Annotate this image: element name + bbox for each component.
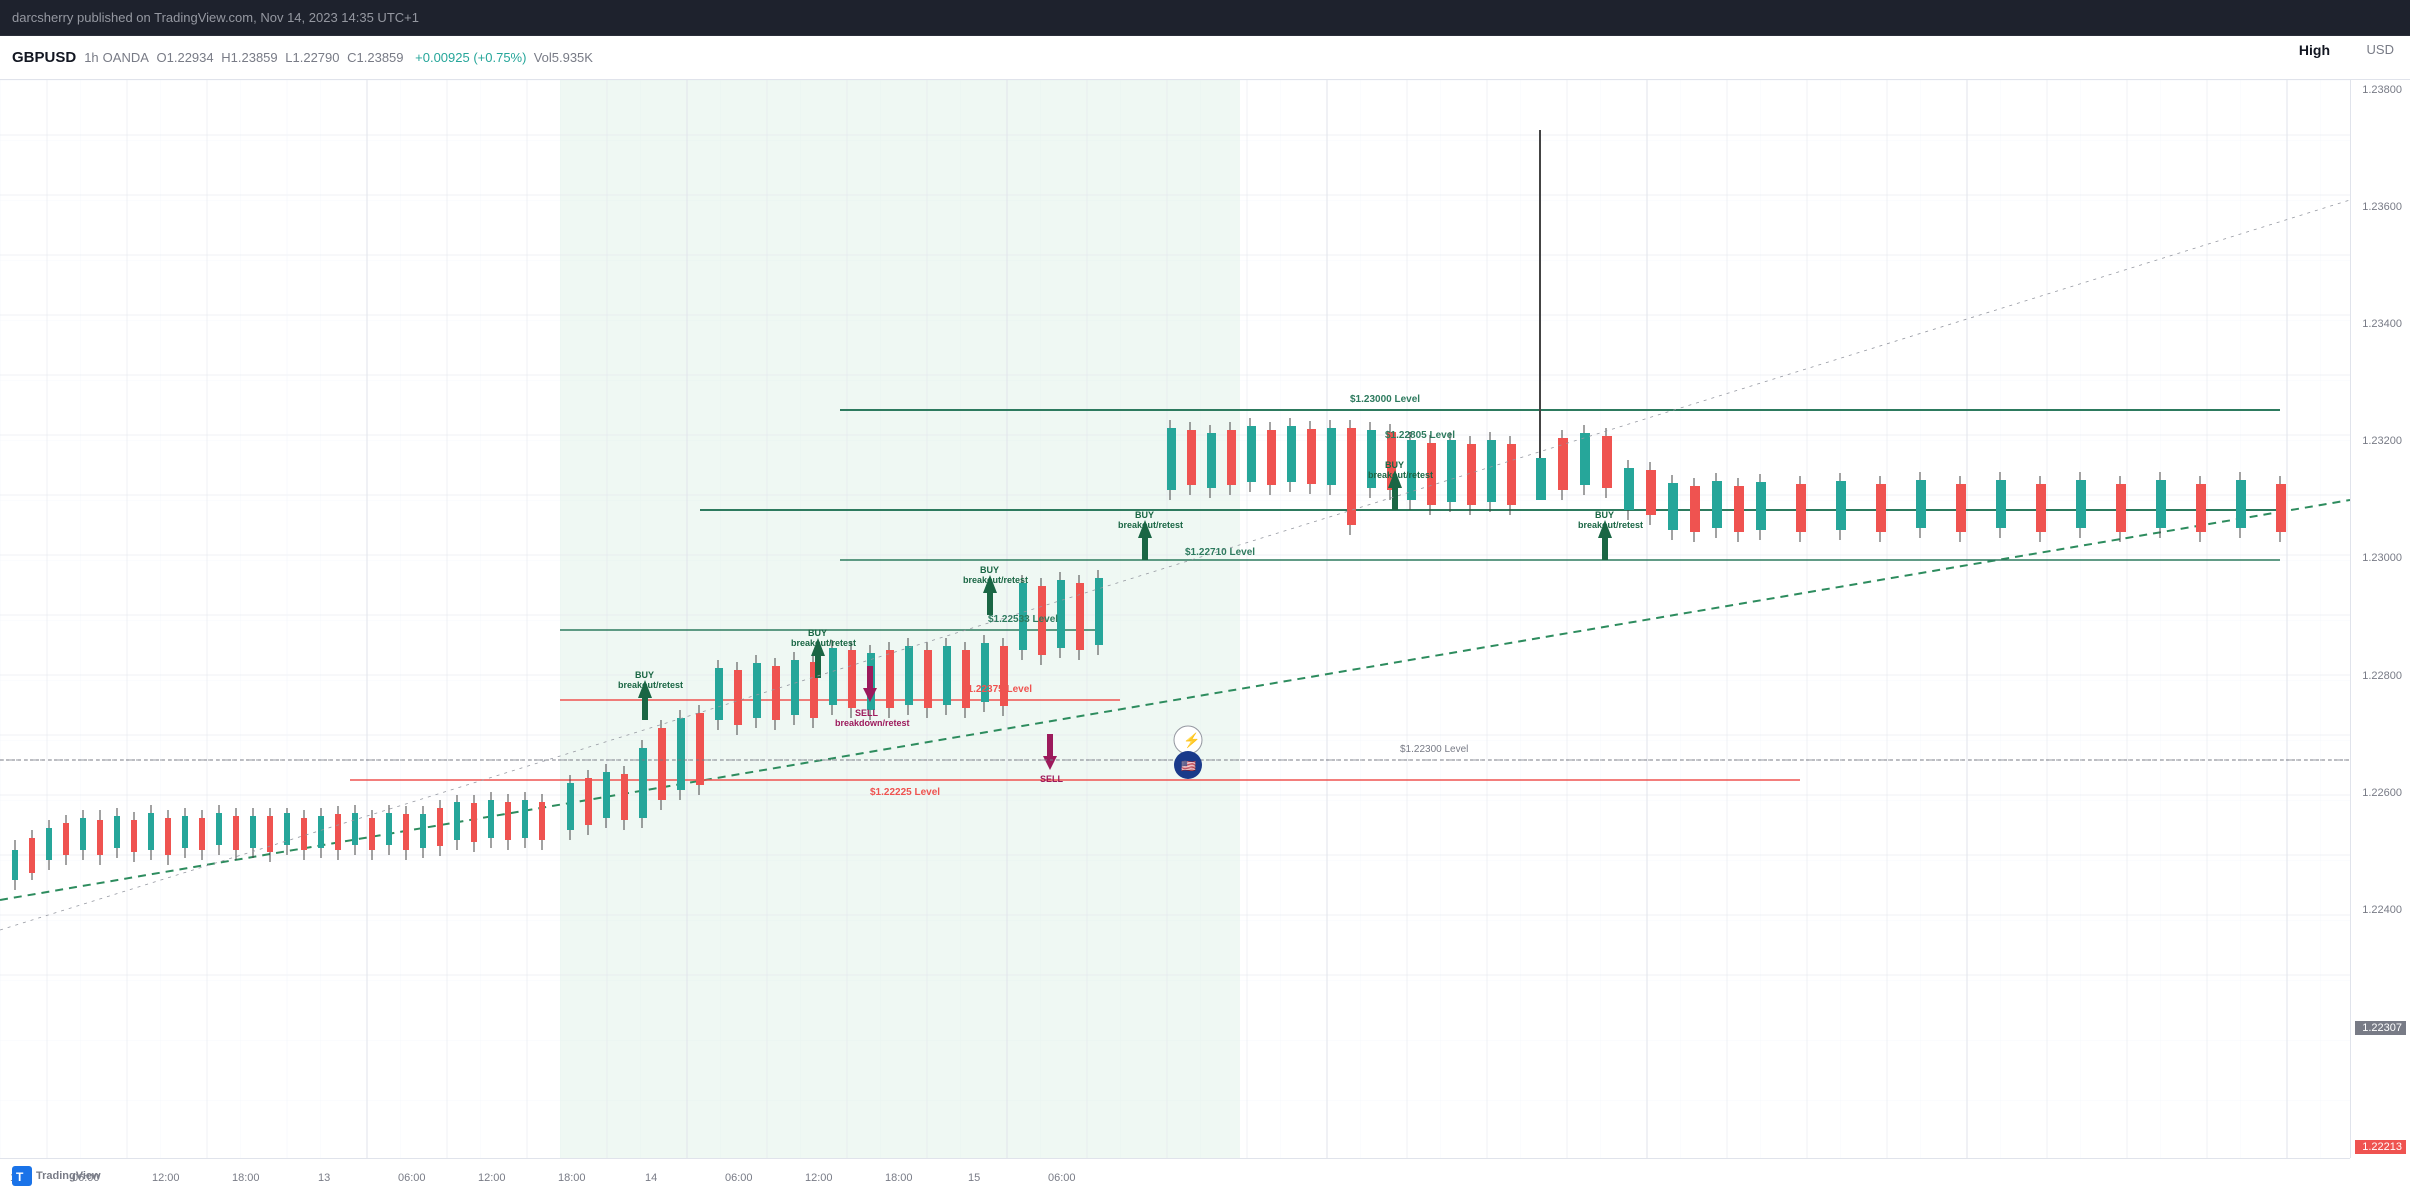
price-axis: 1.23800 1.23600 1.23400 1.23200 1.23000 … <box>2350 80 2410 1158</box>
price-level-1234: 1.23400 <box>2355 318 2406 330</box>
svg-text:15: 15 <box>968 1172 980 1184</box>
svg-text:SELL: SELL <box>855 708 879 718</box>
svg-text:⚡: ⚡ <box>1183 732 1200 749</box>
svg-text:breakout/retest: breakout/retest <box>1578 520 1643 530</box>
price-level-1230: 1.23000 <box>2355 552 2406 564</box>
svg-text:BUY: BUY <box>1135 510 1154 520</box>
svg-text:T: T <box>16 1170 24 1184</box>
change-label: +0.00925 (+0.75%) <box>415 50 526 65</box>
svg-text:BUY: BUY <box>635 670 654 680</box>
svg-text:$1.23000 Level: $1.23000 Level <box>1350 394 1420 405</box>
tradingview-text: TradingView <box>36 1170 101 1182</box>
svg-text:breakdown/retest: breakdown/retest <box>835 718 910 728</box>
tradingview-logo: T TradingView <box>12 1166 101 1186</box>
svg-text:BUY: BUY <box>980 565 999 575</box>
open-label: O1.22934 <box>157 50 214 65</box>
svg-text:06:00: 06:00 <box>398 1172 426 1184</box>
svg-text:$1.22300 Level: $1.22300 Level <box>1400 744 1468 755</box>
timeframe-label: 1h <box>84 50 98 65</box>
price-level-1228: 1.22800 <box>2355 670 2406 682</box>
low-label: L1.22790 <box>285 50 339 65</box>
svg-text:$1.22533 Level: $1.22533 Level <box>988 614 1058 625</box>
chart-main: BUY breakout/retest BUY breakout/retest … <box>0 80 2350 1158</box>
svg-text:BUY: BUY <box>1385 460 1404 470</box>
price-level-1224: 1.22400 <box>2355 904 2406 916</box>
svg-text:breakout/retest: breakout/retest <box>1368 470 1433 480</box>
time-axis: 10 06:00 12:00 18:00 13 06:00 12:00 18:0… <box>0 1158 2350 1194</box>
svg-text:breakout/retest: breakout/retest <box>618 680 683 690</box>
price-level-1238: 1.23800 <box>2355 84 2406 96</box>
chart-container: GBPUSD 1h OANDA O1.22934 H1.23859 L1.227… <box>0 36 2410 1194</box>
price-level-1236: 1.23600 <box>2355 201 2406 213</box>
svg-text:$1.22375 Level: $1.22375 Level <box>962 684 1032 695</box>
svg-text:13: 13 <box>318 1172 330 1184</box>
svg-text:18:00: 18:00 <box>558 1172 586 1184</box>
chart-header: GBPUSD 1h OANDA O1.22934 H1.23859 L1.227… <box>0 36 2410 80</box>
price-level-1226: 1.22600 <box>2355 787 2406 799</box>
volume-label: Vol5.935K <box>534 50 593 65</box>
price-level-1232: 1.23200 <box>2355 435 2406 447</box>
high-button[interactable]: High <box>2299 42 2330 58</box>
svg-text:06:00: 06:00 <box>1048 1172 1076 1184</box>
svg-text:breakout/retest: breakout/retest <box>791 638 856 648</box>
svg-text:BUY: BUY <box>808 628 827 638</box>
svg-text:$1.22710 Level: $1.22710 Level <box>1185 547 1255 558</box>
svg-text:12:00: 12:00 <box>152 1172 180 1184</box>
svg-text:14: 14 <box>645 1172 657 1184</box>
svg-text:18:00: 18:00 <box>232 1172 260 1184</box>
svg-text:18:00: 18:00 <box>885 1172 913 1184</box>
price-level-last: 1.22213 <box>2355 1140 2406 1154</box>
svg-text:06:00: 06:00 <box>725 1172 753 1184</box>
svg-text:breakout/retest: breakout/retest <box>1118 520 1183 530</box>
publisher-info: darcsherry published on TradingView.com,… <box>12 10 419 25</box>
topbar: darcsherry published on TradingView.com,… <box>0 0 2410 36</box>
svg-text:SELL: SELL <box>1040 774 1064 784</box>
high-label: H1.23859 <box>221 50 277 65</box>
svg-text:BUY: BUY <box>1595 510 1614 520</box>
price-level-current: 1.22307 <box>2355 1021 2406 1035</box>
svg-text:breakout/retest: breakout/retest <box>963 575 1028 585</box>
svg-text:12:00: 12:00 <box>805 1172 833 1184</box>
symbol-label: GBPUSD <box>12 49 76 66</box>
svg-text:$1.22805 Level: $1.22805 Level <box>1385 430 1455 441</box>
svg-text:🇺🇸: 🇺🇸 <box>1181 759 1196 773</box>
svg-text:$1.22225 Level: $1.22225 Level <box>870 787 940 798</box>
broker-label: OANDA <box>103 50 149 65</box>
currency-label: USD <box>2367 42 2394 57</box>
close-label: C1.23859 <box>347 50 403 65</box>
svg-text:12:00: 12:00 <box>478 1172 506 1184</box>
